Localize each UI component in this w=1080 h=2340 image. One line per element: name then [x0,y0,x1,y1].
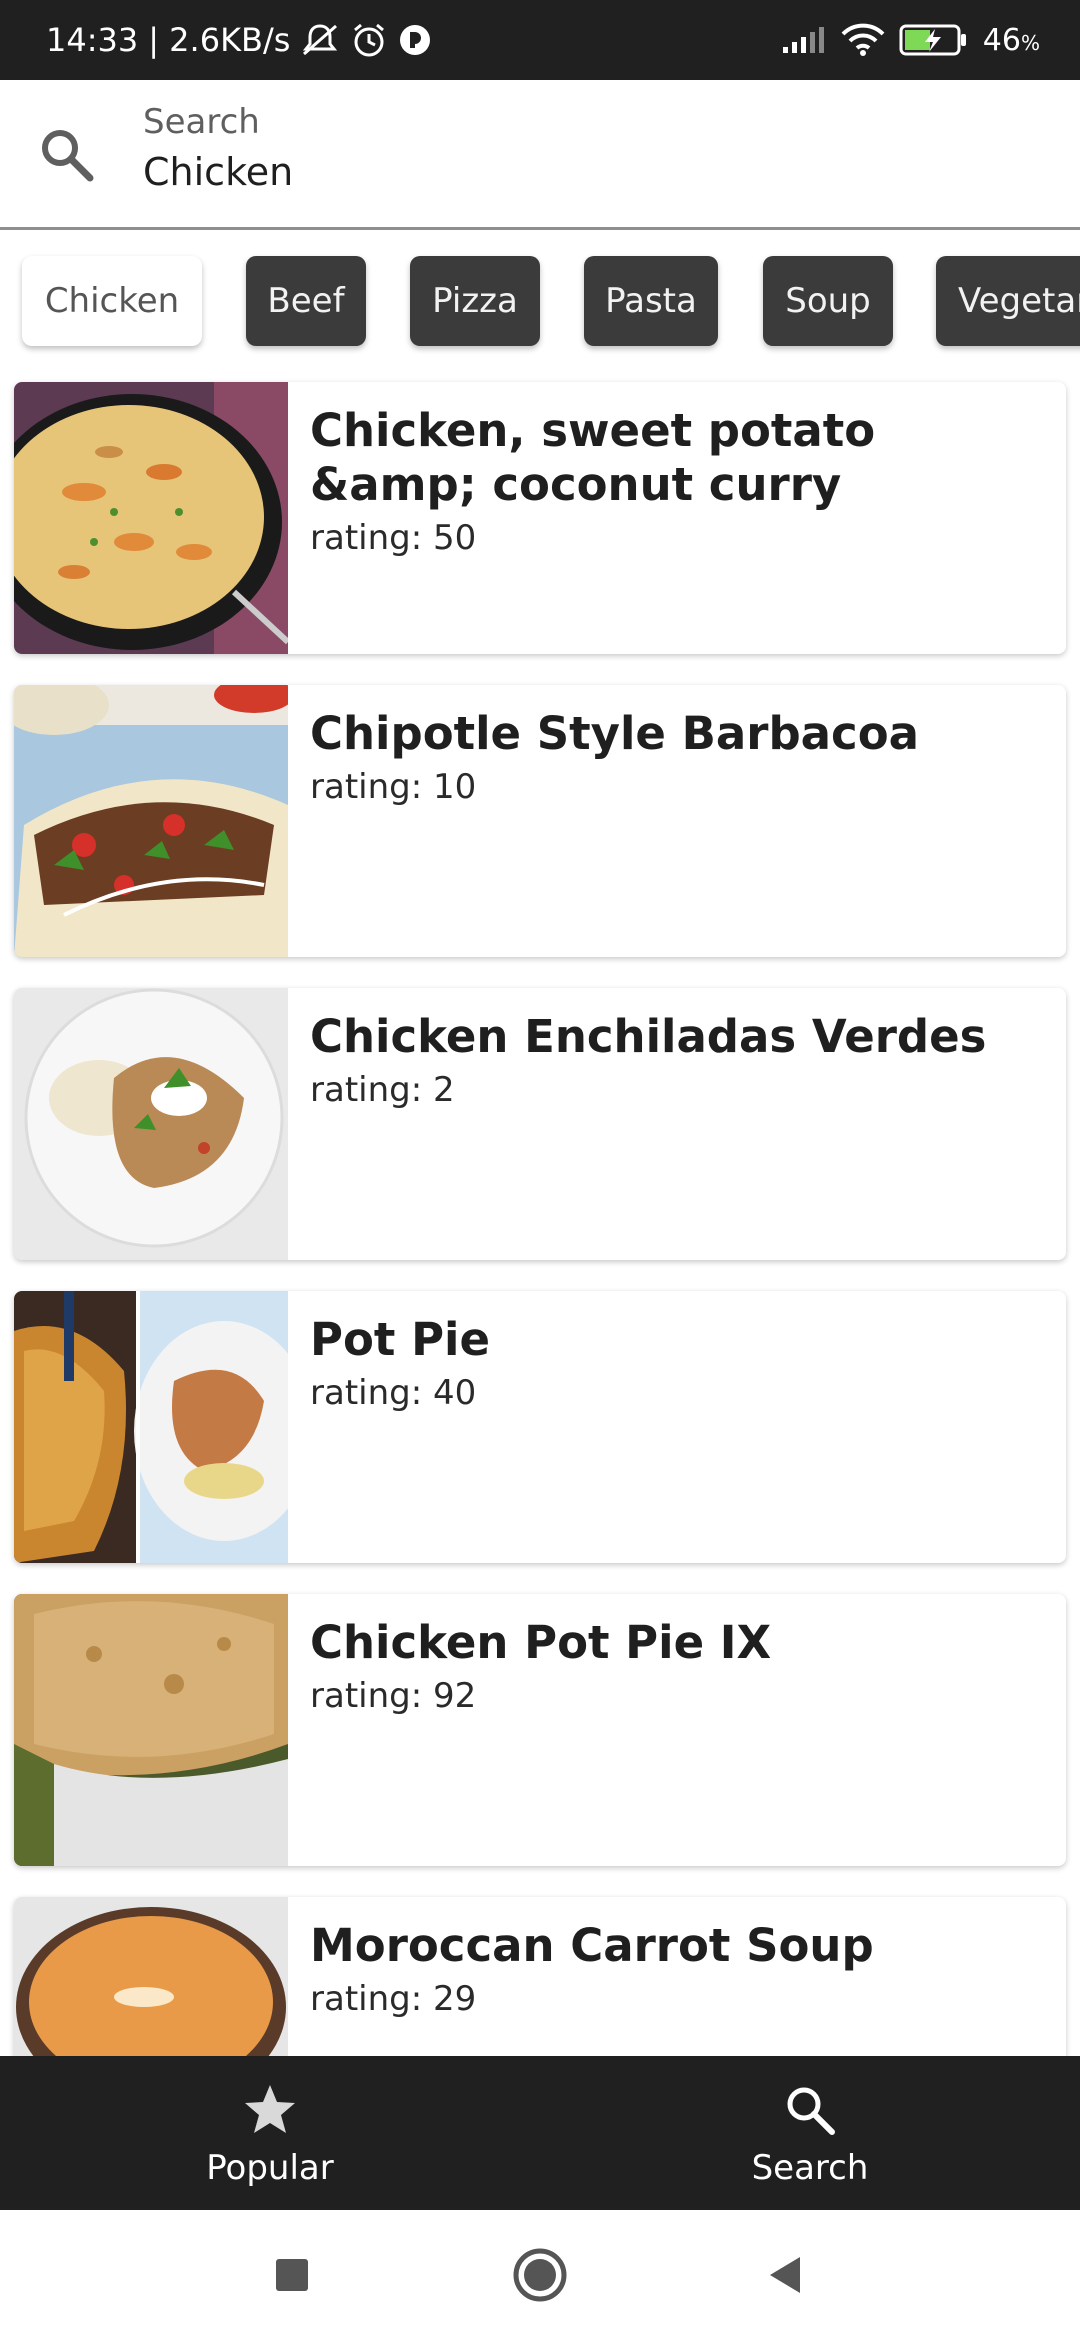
wifi-icon [841,23,885,57]
recipe-thumbnail-curry [14,382,288,654]
recipe-thumbnail-enchiladas [14,988,288,1260]
star-icon [245,2085,295,2133]
recipe-title: Chicken Enchiladas Verdes [310,1010,987,1063]
status-right: 46% [781,0,1040,80]
recipe-list[interactable]: Chicken, sweet potato &amp; coconut curr… [0,372,1080,2056]
chip-vegetarian[interactable]: Vegetar [936,256,1080,346]
recipe-title: Chicken Pot Pie IX [310,1616,772,1669]
search-field-label: Search [143,102,260,142]
search-header: Search [0,80,1080,230]
recipe-title: Chipotle Style Barbacoa [310,707,919,760]
recipe-rating: rating: 10 [310,767,477,807]
battery-charging-icon [899,23,969,57]
bottom-nav: Popular Search [0,2056,1080,2210]
recipe-card[interactable]: Moroccan Carrot Soup rating: 29 [14,1897,1066,2056]
recipe-thumbnail-tacos [14,685,288,957]
search-icon [787,2087,835,2135]
nav-search[interactable]: Search [540,2056,1080,2210]
recipe-rating: rating: 2 [310,1070,455,1110]
nav-search-label: Search [751,2148,869,2188]
recipe-card[interactable]: Chicken, sweet potato &amp; coconut curr… [14,382,1066,654]
recipe-thumbnail-pot-pie [14,1291,288,1563]
nav-popular-label: Popular [206,2148,334,2188]
recipe-thumbnail-pot-pie-ix [14,1594,288,1866]
status-time: 14:33 [46,21,139,59]
app-notification-icon [398,23,432,57]
chip-pizza[interactable]: Pizza [410,256,540,346]
nav-popular[interactable]: Popular [0,2056,540,2210]
system-nav-bar [0,2210,1080,2340]
recipe-rating: rating: 29 [310,1979,477,2019]
search-input[interactable] [143,146,1003,198]
signal-icon [781,25,827,55]
mute-icon [300,22,340,58]
recipe-card[interactable]: Chicken Pot Pie IX rating: 92 [14,1594,1066,1866]
battery-percent: 46% [983,23,1040,58]
recipe-title: Moroccan Carrot Soup [310,1919,874,1972]
recipe-thumbnail-carrot-soup [14,1897,288,2056]
recipe-card[interactable]: Pot Pie rating: 40 [14,1291,1066,1563]
recipe-rating: rating: 92 [310,1676,477,1716]
recipe-title: Pot Pie [310,1313,490,1366]
recipe-rating: rating: 40 [310,1373,477,1413]
battery-percent-value: 46 [982,22,1021,58]
category-chip-row[interactable]: Chicken Beef Pizza Pasta Soup Vegetar [0,232,1080,372]
recipe-card[interactable]: Chipotle Style Barbacoa rating: 10 [14,685,1066,957]
recipe-card[interactable]: Chicken Enchiladas Verdes rating: 2 [14,988,1066,1260]
recipe-title: Chicken, sweet potato &amp; coconut curr… [310,404,876,511]
back-icon[interactable] [756,2245,816,2305]
battery-percent-unit: % [1020,30,1040,55]
chip-pasta[interactable]: Pasta [584,256,718,346]
status-left: 14:33 | 2.6KB/s [46,0,432,80]
alarm-icon [350,21,388,59]
network-speed: | 2.6KB/s [148,21,291,59]
search-icon[interactable] [36,124,98,186]
chip-soup[interactable]: Soup [763,256,893,346]
recents-icon[interactable] [262,2245,322,2305]
home-icon[interactable] [510,2245,570,2305]
chip-beef[interactable]: Beef [246,256,366,346]
chip-chicken[interactable]: Chicken [22,256,202,346]
status-bar: 14:33 | 2.6KB/s 46% [0,0,1080,80]
recipe-rating: rating: 50 [310,518,477,558]
